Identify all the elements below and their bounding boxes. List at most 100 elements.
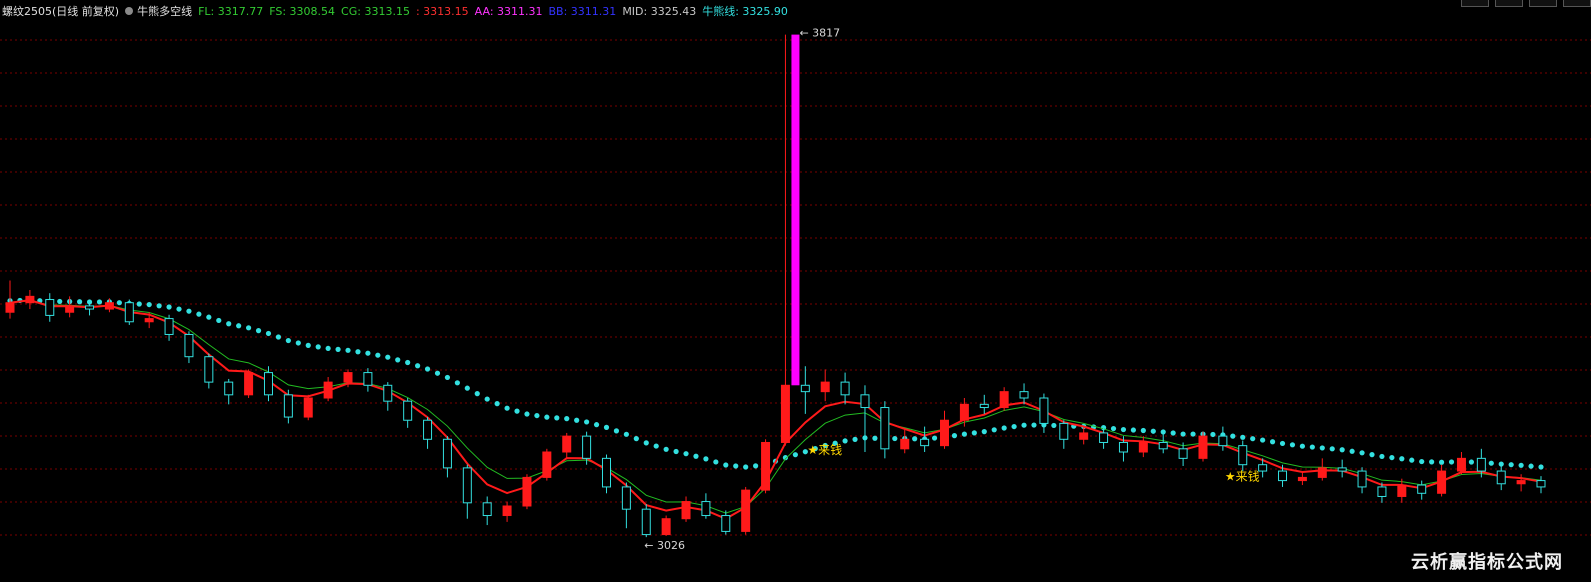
candle-body [104, 302, 114, 310]
bull-bear-dot [375, 352, 381, 358]
bull-bear-dot [146, 301, 152, 308]
bull-bear-dot [1409, 457, 1415, 463]
bull-bear-dot [1349, 448, 1355, 454]
bull-bear-dot [434, 370, 441, 376]
candle-body [880, 407, 890, 450]
bull-bear-dot [1329, 446, 1335, 452]
candle-body [502, 505, 512, 517]
bull-bear-dot [1299, 443, 1306, 449]
candle-body [621, 486, 631, 510]
candle-body [1059, 422, 1069, 440]
bull-bear-dot [1051, 422, 1057, 429]
bull-bear-dot [1240, 434, 1246, 440]
bull-bear-dot [96, 299, 103, 305]
candle-body [303, 397, 313, 418]
bull-bear-dot [424, 366, 431, 372]
bull-bear-dot [1419, 458, 1425, 465]
candle-body [1258, 464, 1268, 472]
bull-bear-dot [703, 456, 709, 462]
candle-body [1019, 391, 1029, 399]
candle-body [164, 318, 174, 335]
candle-body [363, 372, 373, 386]
candle-body [1278, 470, 1288, 482]
bull-bear-dot [514, 408, 520, 414]
bull-bear-dot [683, 451, 689, 457]
bull-bear-dot [1289, 442, 1296, 448]
bull-bear-dot [245, 325, 252, 331]
bull-bear-dot [792, 452, 798, 458]
bull-bear-dot [1538, 464, 1544, 470]
bull-bear-dot [564, 416, 570, 422]
bull-bear-dot [1269, 439, 1276, 445]
bull-bear-dot [713, 459, 719, 465]
bull-bear-dot [1518, 462, 1524, 468]
candle-body [542, 451, 552, 478]
bull-bear-dot [1180, 431, 1186, 437]
candle-body [1516, 480, 1526, 485]
candle-body [224, 381, 234, 396]
candle-body [1218, 435, 1228, 447]
candle-body [800, 384, 810, 393]
candle-body [601, 457, 611, 488]
bull-bear-dot [385, 354, 391, 360]
candle-body [999, 391, 1009, 409]
bull-bear-dot [673, 448, 679, 455]
candlestick-chart[interactable]: ← 3817 ← 3026 ★来钱 ★来钱 [0, 0, 1591, 582]
candle-body [25, 295, 35, 304]
bull-bear-dot [613, 428, 620, 434]
bull-bear-dot [285, 337, 291, 344]
bull-bear-dot [663, 446, 669, 452]
bull-bear-dot [1429, 459, 1435, 465]
candle-body [1437, 470, 1447, 494]
bull-bear-dot [345, 347, 351, 353]
bull-bear-dot [395, 357, 401, 363]
bull-bear-dot [1170, 430, 1176, 436]
candle-body [840, 381, 850, 396]
bull-bear-dot [295, 340, 301, 346]
candle-body [1297, 476, 1307, 482]
bull-bear-dot [1319, 445, 1325, 451]
candle-body [920, 438, 930, 447]
bull-bear-dot [166, 304, 172, 310]
bull-bear-dot [1150, 428, 1156, 434]
bull-bear-dot [136, 301, 142, 307]
candle-body [1079, 432, 1089, 440]
bull-bear-dot [743, 464, 749, 470]
bull-bear-dot [1210, 431, 1216, 438]
candle-body [661, 518, 671, 536]
candle-body [1198, 435, 1208, 459]
bull-bear-dot [1468, 459, 1475, 465]
bull-bear-dot [1110, 425, 1117, 432]
signal-label: ★来钱 [1225, 469, 1260, 484]
bull-bear-dot [504, 405, 510, 411]
bull-bear-dot [574, 417, 580, 423]
bull-bear-dot [206, 314, 212, 320]
bull-bear-dot [544, 414, 550, 420]
bull-bear-dot [842, 438, 848, 444]
bull-bear-dot [1021, 422, 1027, 428]
bull-bear-dot [1508, 462, 1514, 468]
candle-body [1476, 457, 1486, 472]
bull-bear-dot [753, 463, 759, 469]
bull-bear-dot [1279, 440, 1286, 447]
bull-bear-dot [1448, 459, 1455, 465]
candle-body [442, 438, 452, 469]
bull-bear-dot [1250, 436, 1256, 442]
bull-bear-dot [1140, 427, 1146, 434]
bull-bear-dot [1528, 463, 1534, 469]
candle-body [900, 438, 910, 450]
candle-body [204, 356, 214, 383]
candle-body [522, 476, 532, 507]
signal-label: ★来钱 [807, 442, 842, 457]
slow-line [9, 300, 1542, 514]
candle-body [124, 302, 134, 323]
bull-bear-dot [931, 435, 938, 441]
bull-bear-dot [534, 412, 540, 419]
candle-body [1317, 467, 1327, 478]
bull-bear-dot [733, 463, 739, 469]
candle-body [5, 302, 15, 313]
candle-body [1158, 441, 1168, 450]
bull-bear-dot [335, 346, 341, 352]
candle-body [741, 489, 751, 532]
bull-bear-dot [305, 342, 311, 348]
